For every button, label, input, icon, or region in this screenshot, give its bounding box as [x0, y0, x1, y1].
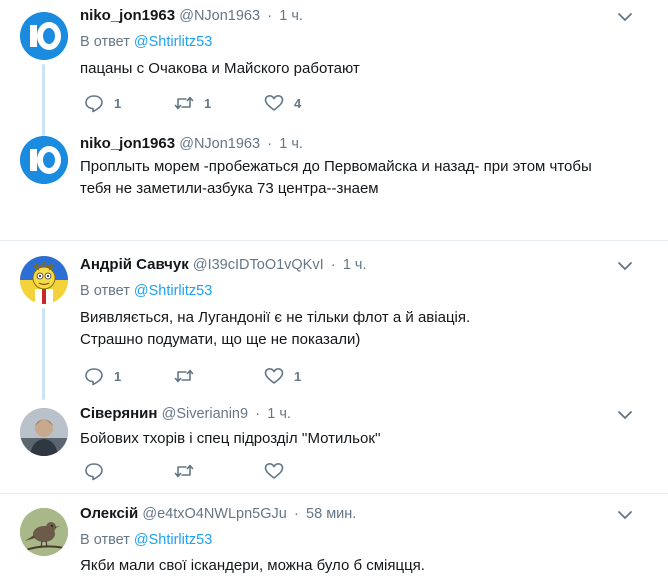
reply-to-link[interactable]: @Shtirlitz53 — [134, 532, 212, 548]
thread-line — [42, 64, 45, 136]
reply-to-link[interactable]: @Shtirlitz53 — [134, 34, 212, 50]
reply-to-link[interactable]: @Shtirlitz53 — [134, 283, 212, 299]
user-handle[interactable]: @NJon1963 — [179, 8, 260, 24]
reply-context: В ответ @Shtirlitz53 — [80, 32, 212, 52]
tweet-text: пацаны с Очакова и Майского работают — [80, 60, 360, 77]
thread-line — [42, 308, 45, 400]
tweet-text-line: Виявляється, на Лугандонії є не тільки ф… — [80, 309, 471, 326]
like-button[interactable]: 4 — [264, 93, 354, 113]
tweet-text-line: Проплыть морем -пробежаться до Первомайс… — [80, 158, 592, 175]
tweet-actions: 1 1 4 — [84, 93, 354, 113]
timestamp[interactable]: 1 ч. — [343, 257, 367, 273]
user-name[interactable]: Сіверянин — [80, 405, 157, 422]
like-count: 1 — [294, 368, 302, 384]
retweet-button[interactable]: 1 — [174, 93, 264, 113]
tweet-text: Якби мали свої іскандери, можна було б с… — [80, 557, 425, 574]
reply-button[interactable]: 1 — [84, 93, 174, 113]
tweet-text-line: тебя не заметили-азбука 73 центра--знаем — [80, 180, 379, 197]
timestamp[interactable]: 58 мин. — [306, 506, 356, 522]
tweet-actions: 1 1 — [84, 366, 354, 386]
user-handle[interactable]: @e4txO4NWLpn5GJu — [142, 506, 286, 522]
chevron-down-icon[interactable] — [616, 506, 634, 524]
user-handle[interactable]: @I39cIDToO1vQKvI — [193, 257, 324, 273]
retweet-count: 1 — [204, 95, 212, 111]
avatar[interactable] — [20, 256, 68, 304]
chevron-down-icon[interactable] — [616, 406, 634, 424]
channel-10-logo-icon — [20, 12, 68, 60]
separator-dot: · — [267, 136, 273, 152]
user-handle[interactable]: @NJon1963 — [179, 136, 260, 152]
reply-context: В ответ @Shtirlitz53 — [80, 281, 212, 301]
tweet-text: Виявляється, на Лугандонії є не тільки ф… — [80, 307, 640, 351]
separator-dot: · — [294, 506, 299, 522]
reply-icon — [85, 95, 103, 113]
user-name[interactable]: Олексій — [80, 505, 138, 522]
chevron-down-icon[interactable] — [616, 257, 634, 275]
reply-icon — [85, 368, 103, 386]
cartoon-avatar-icon — [20, 256, 68, 304]
tweet-text: Проплыть морем -пробежаться до Первомайс… — [80, 156, 640, 200]
tweet-header: niko_jon1963 @NJon1963 · 1 ч. — [80, 6, 303, 26]
channel-10-logo-icon — [20, 136, 68, 184]
reply-prefix: В ответ — [80, 283, 130, 299]
divider — [0, 240, 668, 241]
tweet-header: Олексій @e4txO4NWLpn5GJu · 58 мин. — [80, 504, 356, 524]
retweet-button[interactable] — [174, 366, 264, 386]
retweet-icon — [174, 96, 194, 110]
tweet-header: Сіверянин @Siverianin9 · 1 ч. — [80, 404, 291, 424]
retweet-icon — [174, 369, 194, 383]
reply-button[interactable]: 1 — [84, 366, 174, 386]
reply-button[interactable] — [84, 461, 174, 481]
user-name[interactable]: niko_jon1963 — [80, 135, 175, 152]
user-handle[interactable]: @Siverianin9 — [162, 406, 248, 422]
avatar[interactable] — [20, 508, 68, 556]
reply-prefix: В ответ — [80, 34, 130, 50]
retweet-icon — [174, 464, 194, 478]
separator-dot: · — [267, 8, 273, 24]
divider — [0, 493, 668, 494]
heart-icon — [264, 95, 284, 111]
reply-count: 1 — [114, 368, 122, 384]
tweet-text: Бойових тхорів і спец підрозділ ''Мотиль… — [80, 430, 381, 447]
tweet-actions — [84, 461, 354, 481]
tweet-header: Андрій Савчук @I39cIDToO1vQKvI · 1 ч. — [80, 255, 367, 275]
portrait-avatar-icon — [20, 408, 68, 456]
timestamp[interactable]: 1 ч. — [279, 8, 303, 24]
separator-dot: · — [255, 406, 261, 422]
bird-avatar-icon — [20, 508, 68, 556]
tweet-header: niko_jon1963 @NJon1963 · 1 ч. — [80, 134, 303, 154]
timestamp[interactable]: 1 ч. — [279, 136, 303, 152]
like-button[interactable] — [264, 461, 354, 481]
user-name[interactable]: niko_jon1963 — [80, 7, 175, 24]
reply-context: В ответ @Shtirlitz53 — [80, 530, 212, 550]
chevron-down-icon[interactable] — [616, 8, 634, 26]
user-name[interactable]: Андрій Савчук — [80, 256, 189, 273]
avatar[interactable] — [20, 136, 68, 184]
tweet-text-line: Страшно подумати, що ще не показали) — [80, 331, 361, 348]
avatar[interactable] — [20, 408, 68, 456]
heart-icon — [264, 463, 284, 479]
like-count: 4 — [294, 95, 302, 111]
timestamp[interactable]: 1 ч. — [267, 406, 291, 422]
reply-icon — [85, 463, 103, 481]
retweet-button[interactable] — [174, 461, 264, 481]
heart-icon — [264, 368, 284, 384]
like-button[interactable]: 1 — [264, 366, 354, 386]
reply-count: 1 — [114, 95, 122, 111]
separator-dot: · — [330, 257, 336, 273]
reply-prefix: В ответ — [80, 532, 130, 548]
avatar[interactable] — [20, 12, 68, 60]
